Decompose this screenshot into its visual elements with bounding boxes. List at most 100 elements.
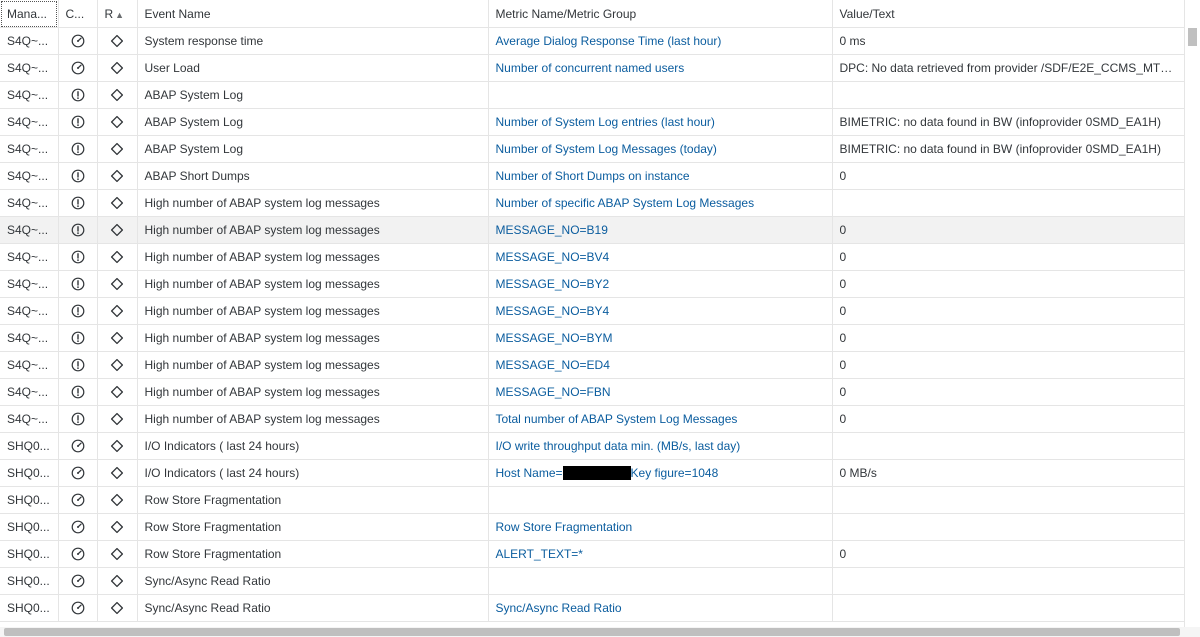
table-row[interactable]: S4Q~... High number of ABAP system log me… xyxy=(0,270,1184,298)
event-name-cell: I/O Indicators ( last 24 hours) xyxy=(137,432,489,460)
managed-object-cell: S4Q~... xyxy=(0,216,59,244)
managed-object-cell: S4Q~... xyxy=(0,81,59,109)
table-row[interactable]: S4Q~... High number of ABAP system log me… xyxy=(0,297,1184,325)
exception-icon xyxy=(71,331,85,345)
managed-object-cell: S4Q~... xyxy=(0,351,59,379)
diamond-icon xyxy=(110,331,124,345)
performance-gauge-icon xyxy=(71,466,85,480)
column-header-value-text[interactable]: Value/Text xyxy=(832,0,1184,28)
metric-name-cell: Total number of ABAP System Log Messages xyxy=(488,405,833,433)
table-row[interactable]: SHQ0... Row Store Fragmentation Row Store … xyxy=(0,513,1184,541)
managed-object-cell: S4Q~... xyxy=(0,270,59,298)
metric-name-cell: Number of System Log entries (last hour) xyxy=(488,108,833,136)
rating-cell xyxy=(97,216,138,244)
managed-object-cell: SHQ0... xyxy=(0,513,59,541)
table-row[interactable]: SHQ0... I/O Indicators ( last 24 hours) I/… xyxy=(0,432,1184,460)
exception-icon xyxy=(71,358,85,372)
event-name-cell: Row Store Fragmentation xyxy=(137,486,489,514)
sort-ascending-icon: ▲ xyxy=(115,9,125,20)
table-row[interactable]: S4Q~... ABAP System Log xyxy=(0,81,1184,109)
table-row[interactable]: SHQ0... Row Store Fragmentation ALERT_TEXT… xyxy=(0,540,1184,568)
table-row[interactable]: S4Q~... High number of ABAP system log me… xyxy=(0,405,1184,433)
table-row[interactable]: S4Q~... High number of ABAP system log me… xyxy=(0,243,1184,271)
value-text-cell: 0 xyxy=(832,378,1184,406)
value-text-cell: 0 xyxy=(832,405,1184,433)
value-text-cell xyxy=(832,486,1184,514)
event-name-cell: Sync/Async Read Ratio xyxy=(137,594,489,622)
managed-object-cell: SHQ0... xyxy=(0,567,59,595)
table-row[interactable]: SHQ0... Sync/Async Read Ratio xyxy=(0,567,1184,595)
metric-name-cell: I/O write throughput data min. (MB/s, la… xyxy=(488,432,833,460)
table-row[interactable]: S4Q~... High number of ABAP system log me… xyxy=(0,378,1184,406)
rating-cell xyxy=(97,270,138,298)
column-header-rating[interactable]: R ▲ xyxy=(97,0,138,28)
table-row[interactable]: S4Q~... ABAP System Log Number of System L… xyxy=(0,135,1184,163)
column-header-label: Event Name xyxy=(144,6,211,21)
table-row[interactable]: S4Q~... High number of ABAP system log me… xyxy=(0,189,1184,217)
performance-gauge-icon xyxy=(71,439,85,453)
table-row[interactable]: S4Q~... ABAP Short Dumps Number of Short D… xyxy=(0,162,1184,190)
managed-object-cell: S4Q~... xyxy=(0,135,59,163)
managed-object-cell: S4Q~... xyxy=(0,27,59,55)
column-header-event-name[interactable]: Event Name xyxy=(137,0,489,28)
exception-icon xyxy=(71,277,85,291)
rating-cell xyxy=(97,189,138,217)
metric-name-cell xyxy=(488,81,833,109)
diamond-icon xyxy=(110,385,124,399)
rating-cell xyxy=(97,27,138,55)
metric-name-cell: MESSAGE_NO=BY2 xyxy=(488,270,833,298)
horizontal-scrollbar[interactable] xyxy=(0,627,1200,637)
diamond-icon xyxy=(110,520,124,534)
value-text-cell: 0 xyxy=(832,297,1184,325)
table-row[interactable]: S4Q~... ABAP System Log Number of System L… xyxy=(0,108,1184,136)
table-row[interactable]: S4Q~... High number of ABAP system log me… xyxy=(0,216,1184,244)
horizontal-scrollbar-thumb[interactable] xyxy=(4,628,1180,636)
metric-name-cell: Number of specific ABAP System Log Messa… xyxy=(488,189,833,217)
rating-cell xyxy=(97,378,138,406)
managed-object-cell: SHQ0... xyxy=(0,594,59,622)
managed-object-cell: S4Q~... xyxy=(0,189,59,217)
diamond-icon xyxy=(110,277,124,291)
event-name-cell: High number of ABAP system log messages xyxy=(137,270,489,298)
column-header-managed-object[interactable]: Mana... xyxy=(0,0,59,28)
value-text-cell xyxy=(832,189,1184,217)
rating-cell xyxy=(97,162,138,190)
managed-object-cell: SHQ0... xyxy=(0,540,59,568)
diamond-icon xyxy=(110,493,124,507)
column-header-metric-name[interactable]: Metric Name/Metric Group xyxy=(488,0,833,28)
table-row[interactable]: SHQ0... Row Store Fragmentation xyxy=(0,486,1184,514)
value-text-cell: 0 MB/s xyxy=(832,459,1184,487)
rating-cell xyxy=(97,486,138,514)
metric-host-label: Host Name= xyxy=(495,465,563,480)
table-row[interactable]: S4Q~... System response time Average Dialo… xyxy=(0,27,1184,55)
event-name-cell: High number of ABAP system log messages xyxy=(137,324,489,352)
vertical-scrollbar-thumb[interactable] xyxy=(1188,28,1197,46)
performance-gauge-icon xyxy=(71,601,85,615)
rating-cell xyxy=(97,135,138,163)
table-row[interactable]: SHQ0... Sync/Async Read Ratio Sync/Async R… xyxy=(0,594,1184,622)
table-row[interactable]: S4Q~... User Load Number of concurrent nam… xyxy=(0,54,1184,82)
column-header-category[interactable]: C... xyxy=(58,0,98,28)
metric-name-cell: Number of concurrent named users xyxy=(488,54,833,82)
vertical-scrollbar[interactable] xyxy=(1184,0,1200,627)
category-cell xyxy=(58,216,98,244)
rating-cell xyxy=(97,243,138,271)
value-text-cell: 0 ms xyxy=(832,27,1184,55)
category-cell xyxy=(58,324,98,352)
exception-icon xyxy=(71,250,85,264)
event-name-cell: User Load xyxy=(137,54,489,82)
metric-name-cell: ALERT_TEXT=* xyxy=(488,540,833,568)
diamond-icon xyxy=(110,61,124,75)
table-row[interactable]: S4Q~... High number of ABAP system log me… xyxy=(0,324,1184,352)
managed-object-cell: S4Q~... xyxy=(0,108,59,136)
metric-name-cell: Sync/Async Read Ratio xyxy=(488,594,833,622)
event-name-cell: I/O Indicators ( last 24 hours) xyxy=(137,459,489,487)
metric-name-cell: MESSAGE_NO=ED4 xyxy=(488,351,833,379)
category-cell xyxy=(58,351,98,379)
table-row[interactable]: S4Q~... High number of ABAP system log me… xyxy=(0,351,1184,379)
diamond-icon xyxy=(110,412,124,426)
diamond-icon xyxy=(110,115,124,129)
table-row[interactable]: SHQ0... I/O Indicators ( last 24 hours) Ho… xyxy=(0,459,1184,487)
event-name-cell: High number of ABAP system log messages xyxy=(137,351,489,379)
exception-icon xyxy=(71,115,85,129)
